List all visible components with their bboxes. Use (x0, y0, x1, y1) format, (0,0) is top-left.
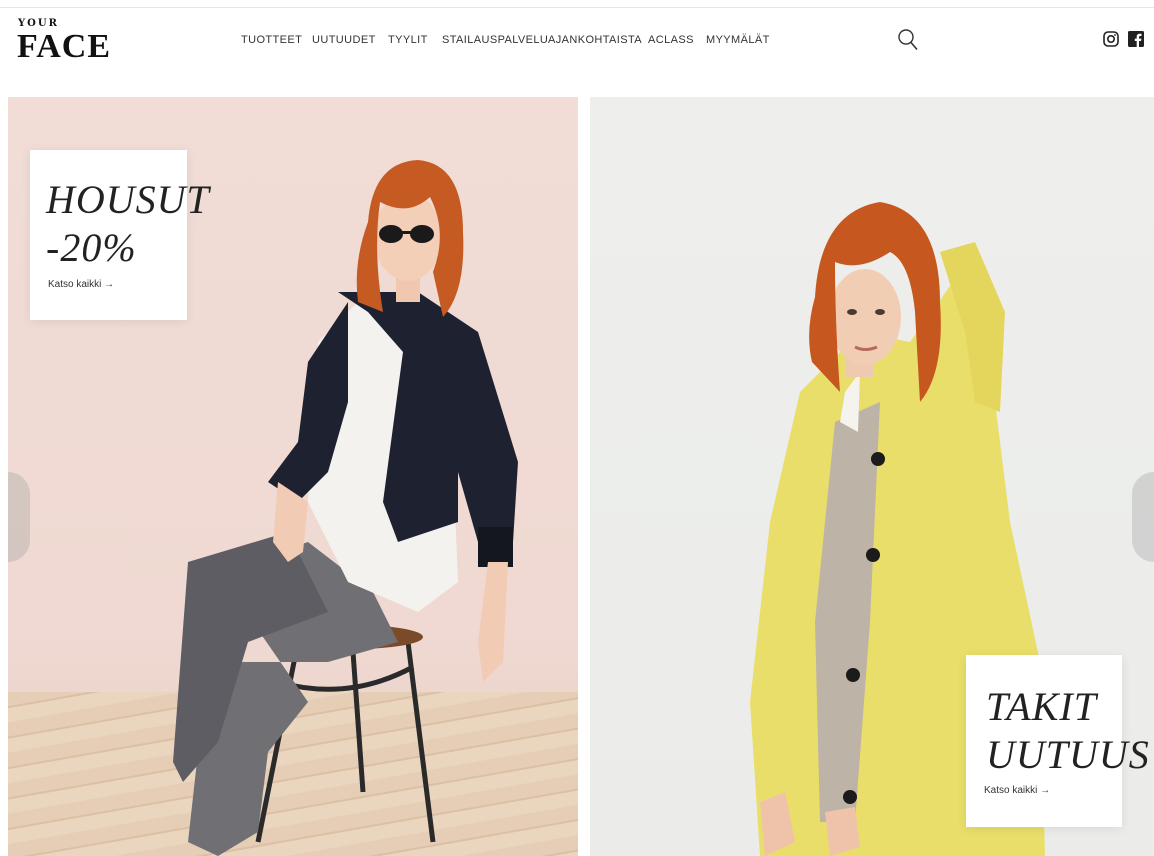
model-sitting-image (173, 160, 518, 856)
instagram-icon[interactable] (1103, 31, 1119, 47)
carousel-prev-arrow[interactable] (8, 472, 30, 562)
nav-item-uutuudet[interactable]: UUTUUDET (312, 32, 376, 48)
promo-title-line1: TAKIT (986, 684, 1097, 729)
nav-item-ajankohtaista[interactable]: AJANKOHTAISTA (548, 32, 642, 48)
facebook-icon[interactable] (1128, 31, 1144, 47)
nav-item-aclass[interactable]: ACLASS (648, 32, 694, 48)
see-all-link-housut[interactable]: Katso kaikki → (48, 279, 114, 290)
site-header: YOUR FACE TUOTTEET UUTUUDET TYYLIT STAIL… (0, 8, 1154, 74)
brand-logo-big: FACE (17, 28, 112, 65)
banner-housut[interactable]: HOUSUT -20% Katso kaikki → (8, 97, 578, 856)
nav-item-tuotteet[interactable]: TUOTTEET (241, 32, 302, 48)
nav-item-tyylit[interactable]: TYYLIT (388, 32, 428, 48)
promo-title-line1: HOUSUT (46, 177, 210, 222)
nav-item-stailauspalvelu[interactable]: STAILAUSPALVELU (442, 32, 548, 48)
promo-title-line2: -20% (46, 225, 137, 270)
promo-title-line2: UUTUUS (986, 732, 1150, 777)
promo-card-housut: HOUSUT -20% Katso kaikki → (30, 150, 209, 320)
carousel-next-arrow[interactable] (1132, 472, 1154, 562)
banner-takit[interactable]: TAKIT UUTUUS Katso kaikki → (590, 97, 1154, 856)
search-icon[interactable] (896, 28, 920, 52)
see-all-link-takit[interactable]: Katso kaikki → (984, 785, 1050, 796)
promo-card-takit: TAKIT UUTUUS Katso kaikki → (966, 655, 1149, 827)
nav-item-myymalat[interactable]: MYYMÄLÄT (706, 32, 770, 48)
